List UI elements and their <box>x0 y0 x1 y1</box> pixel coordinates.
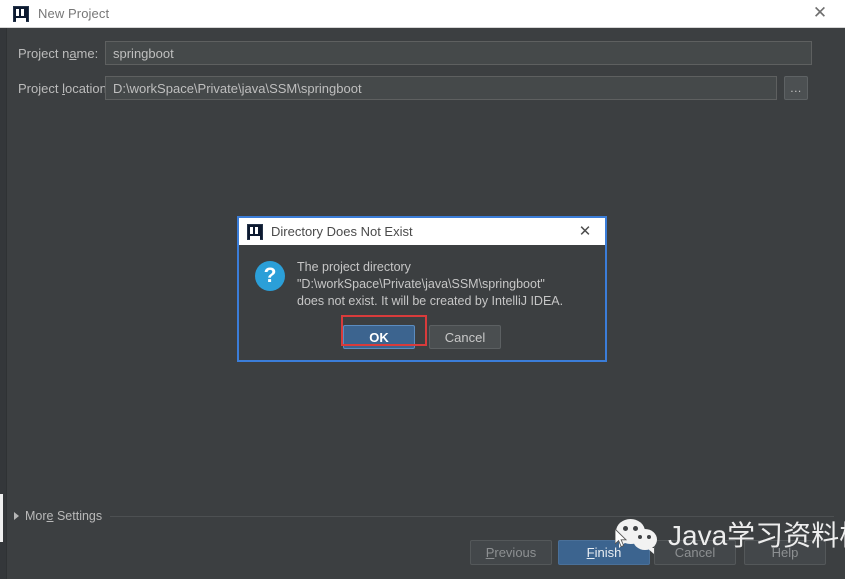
finish-button-label-post: inish <box>594 545 622 560</box>
separator-line <box>110 515 834 517</box>
dialog-message: The project directory "D:\workSpace\Priv… <box>297 259 563 314</box>
more-settings-toggle[interactable]: More Settings <box>14 509 834 523</box>
window-titlebar: New Project ✕ <box>0 0 845 28</box>
annotation-highlight-box <box>341 315 427 346</box>
browse-folder-button[interactable]: ... <box>784 76 808 100</box>
finish-button[interactable]: Finish <box>558 540 650 565</box>
project-location-label-post: ocation: <box>64 80 111 96</box>
help-button-label: Help <box>771 545 799 560</box>
chevron-right-icon <box>14 512 19 520</box>
intellij-idea-icon <box>247 223 263 240</box>
question-icon: ? <box>255 261 285 291</box>
project-location-input[interactable]: D:\workSpace\Private\java\SSM\springboot <box>105 76 777 100</box>
project-location-label-pre: Project <box>18 80 63 96</box>
project-name-label-pre: Project n <box>18 45 70 61</box>
previous-button-label-post: revious <box>494 545 537 560</box>
wechat-eye-1 <box>623 526 628 531</box>
project-name-input[interactable]: springboot <box>105 41 812 65</box>
cancel-button-label: Cancel <box>674 545 716 560</box>
cancel-button[interactable]: Cancel <box>654 540 736 565</box>
wechat-eye-2 <box>633 526 638 531</box>
dialog-title: Directory Does Not Exist <box>271 224 413 239</box>
dialog-body: ? The project directory "D:\workSpace\Pr… <box>239 245 605 314</box>
dialog-cancel-button[interactable]: Cancel <box>429 325 501 349</box>
parent-window-sliver <box>0 28 7 579</box>
project-name-label: Project name: <box>0 46 105 61</box>
dialog-button-bar: OK Cancel <box>239 314 605 360</box>
project-name-label-accel: a <box>69 45 77 61</box>
previous-button[interactable]: Previous <box>470 540 552 565</box>
dialog-message-line-1: The project directory <box>297 260 411 274</box>
project-name-label-post: me: <box>76 45 99 61</box>
more-settings-label-post: Settings <box>53 509 103 523</box>
dialog-message-line-3: does not exist. It will be created by In… <box>297 294 564 308</box>
project-location-label: Project location: <box>0 80 111 96</box>
project-form: Project name: springboot Project locatio… <box>0 28 845 101</box>
dialog-titlebar: Directory Does Not Exist ✕ <box>239 218 605 245</box>
close-icon[interactable]: ✕ <box>809 3 831 25</box>
directory-does-not-exist-dialog: Directory Does Not Exist ✕ ? The project… <box>237 216 607 362</box>
project-name-row: Project name: springboot <box>0 40 845 66</box>
intellij-idea-icon <box>13 5 29 22</box>
help-button[interactable]: Help <box>744 540 826 565</box>
wizard-button-bar: Previous Finish Cancel Help <box>0 540 845 567</box>
project-location-row: Project location: D:\workSpace\Private\j… <box>0 75 845 101</box>
new-project-window: New Project ✕ Project name: springboot P… <box>0 0 845 579</box>
dialog-message-line-2: "D:\workSpace\Private\java\SSM\springboo… <box>297 277 545 291</box>
previous-button-label-accel: P <box>485 545 495 560</box>
more-settings-label-pre: Mor <box>25 509 47 523</box>
parent-window-selection-highlight <box>0 494 3 542</box>
wechat-eye-4 <box>647 535 651 539</box>
more-settings-label: More Settings <box>25 509 102 523</box>
window-title: New Project <box>38 6 110 21</box>
close-icon[interactable]: ✕ <box>575 222 595 242</box>
wechat-eye-3 <box>638 535 642 539</box>
finish-button-label-accel: F <box>586 545 595 560</box>
